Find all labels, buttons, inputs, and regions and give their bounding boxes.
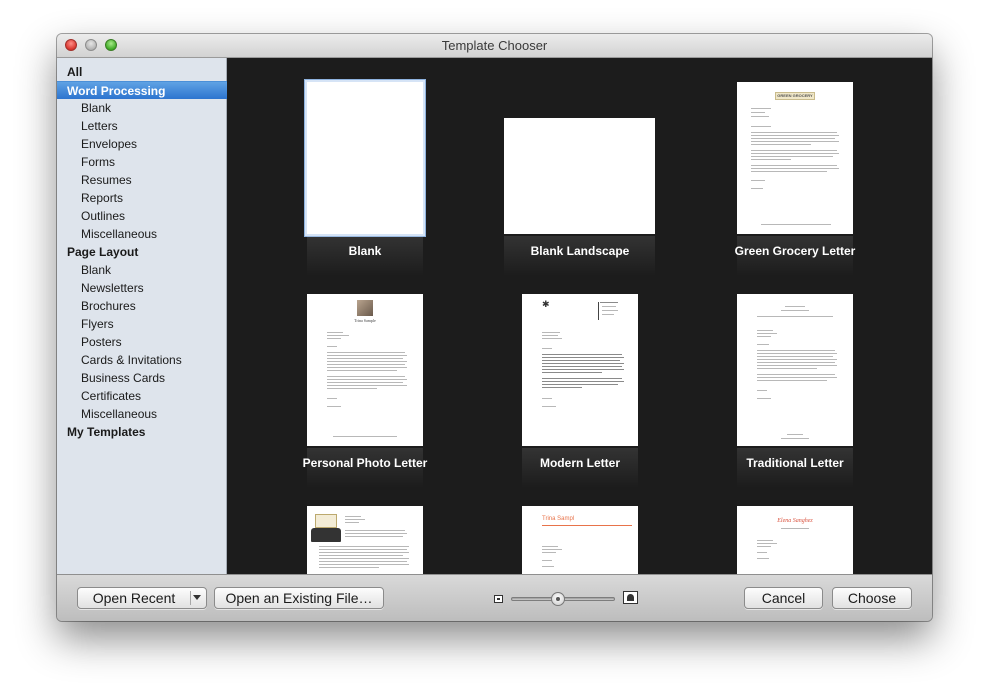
template-label: Traditional Letter — [746, 456, 844, 470]
template-thumbnail[interactable]: Trina Sample — [307, 294, 423, 446]
template-grid: Blank Blank Landscape GREEN GROCERY Gree… — [227, 58, 932, 574]
typewriter-icon — [311, 528, 341, 542]
snowflake-logo-icon: ✱ — [542, 299, 550, 309]
bottom-toolbar: Open Recent Open an Existing File… Cance… — [57, 574, 932, 621]
template-thumbnail[interactable] — [307, 82, 423, 234]
typewriter-paper-icon — [315, 514, 337, 528]
sidebar-item-resumes[interactable]: Resumes — [57, 171, 227, 189]
window-title: Template Chooser — [441, 38, 548, 53]
thumbnail-size-slider-knob[interactable] — [551, 592, 565, 606]
template-thumbnail[interactable]: GREEN GROCERY — [737, 82, 853, 234]
template-thumbnail[interactable] — [504, 118, 655, 234]
category-sidebar: All Word Processing Blank Letters Envelo… — [57, 58, 227, 574]
sidebar-item-pl-blank[interactable]: Blank — [57, 261, 227, 279]
template-thumbnail[interactable] — [737, 294, 853, 446]
sidebar-item-flyers[interactable]: Flyers — [57, 315, 227, 333]
chevron-down-icon[interactable] — [193, 595, 201, 600]
sidebar-item-certificates[interactable]: Certificates — [57, 387, 227, 405]
sidebar-item-my-templates[interactable]: My Templates — [57, 423, 227, 441]
sidebar-item-wp-miscellaneous[interactable]: Miscellaneous — [57, 225, 227, 243]
template-thumbnail[interactable]: ✱ — [522, 294, 638, 446]
template-label: Blank — [348, 244, 382, 258]
sidebar-item-pl-miscellaneous[interactable]: Miscellaneous — [57, 405, 227, 423]
template-thumbnail[interactable] — [307, 506, 423, 574]
template-chooser-window: Template Chooser All Word Processing Bla… — [57, 34, 932, 621]
sidebar-item-forms[interactable]: Forms — [57, 153, 227, 171]
template-label: Green Grocery Letter — [734, 244, 856, 258]
sidebar-item-word-processing[interactable]: Word Processing — [57, 81, 227, 99]
open-recent-label: Open Recent — [92, 590, 176, 606]
sidebar-item-outlines[interactable]: Outlines — [57, 207, 227, 225]
green-grocery-banner: GREEN GROCERY — [775, 92, 815, 100]
sidebar-item-all[interactable]: All — [57, 63, 227, 81]
template-label: Blank Landscape — [530, 244, 630, 258]
sidebar-item-letters[interactable]: Letters — [57, 117, 227, 135]
large-thumbnail-icon[interactable] — [623, 591, 638, 604]
choose-button[interactable]: Choose — [832, 587, 912, 609]
sidebar-item-brochures[interactable]: Brochures — [57, 297, 227, 315]
template-thumbnail[interactable]: Trina Sampl — [522, 506, 638, 574]
template-label: Modern Letter — [539, 456, 620, 470]
orange-sender-name: Trina Sampl — [542, 516, 575, 522]
template-label: Personal Photo Letter — [302, 456, 428, 470]
sidebar-item-cards-invitations[interactable]: Cards & Invitations — [57, 351, 227, 369]
title-bar: Template Chooser — [57, 34, 932, 58]
small-thumbnail-icon[interactable] — [494, 595, 503, 603]
sidebar-item-wp-blank[interactable]: Blank — [57, 99, 227, 117]
template-thumbnail[interactable]: Elena Sanghez — [737, 506, 853, 574]
sender-name: Trina Sample — [354, 318, 376, 323]
script-sender-name: Elena Sanghez — [777, 518, 813, 524]
photo-icon — [357, 300, 373, 316]
sidebar-item-newsletters[interactable]: Newsletters — [57, 279, 227, 297]
sidebar-item-envelopes[interactable]: Envelopes — [57, 135, 227, 153]
sidebar-item-page-layout[interactable]: Page Layout — [57, 243, 227, 261]
sidebar-item-business-cards[interactable]: Business Cards — [57, 369, 227, 387]
open-recent-button[interactable]: Open Recent — [77, 587, 207, 609]
open-existing-file-button[interactable]: Open an Existing File… — [214, 587, 384, 609]
cancel-button[interactable]: Cancel — [744, 587, 823, 609]
sidebar-item-posters[interactable]: Posters — [57, 333, 227, 351]
sidebar-item-reports[interactable]: Reports — [57, 189, 227, 207]
